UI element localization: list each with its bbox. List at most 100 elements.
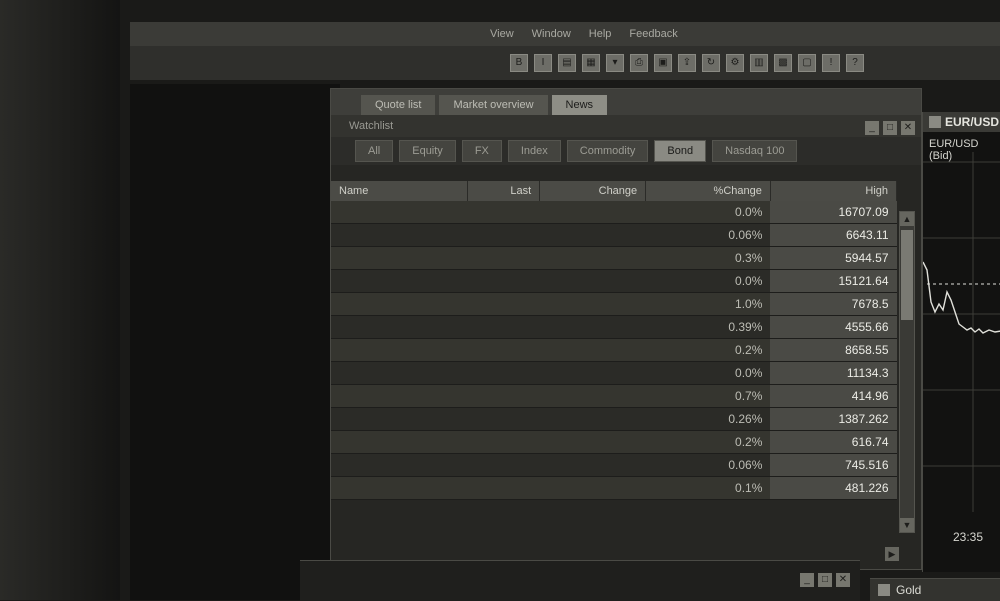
cell-last bbox=[467, 453, 540, 477]
settings-icon[interactable]: ⚙ bbox=[726, 54, 744, 72]
window-tab[interactable]: Quote list bbox=[361, 95, 436, 115]
cell-pct-change: 0.2% bbox=[645, 338, 771, 362]
filter-icon[interactable]: ▾ bbox=[606, 54, 624, 72]
cell-high: 8658.55 bbox=[770, 338, 897, 362]
column-header-change[interactable]: Change bbox=[539, 181, 647, 201]
close-icon[interactable]: ✕ bbox=[836, 573, 850, 587]
table-row[interactable]: 0.0% 15121.64 bbox=[331, 269, 897, 293]
help-icon[interactable]: ? bbox=[846, 54, 864, 72]
nav-item[interactable] bbox=[150, 150, 340, 172]
menu-help[interactable]: Help bbox=[589, 28, 612, 40]
nav-item[interactable] bbox=[150, 172, 340, 194]
nav-item[interactable] bbox=[150, 128, 340, 150]
tab-fx[interactable]: FX bbox=[461, 140, 502, 162]
vertical-scrollbar[interactable]: ▲ ▼ bbox=[899, 211, 915, 533]
layout-icon[interactable]: ▥ bbox=[750, 54, 768, 72]
table-row[interactable]: 0.7% 414.96 bbox=[331, 384, 897, 408]
bold-icon[interactable]: B bbox=[510, 54, 528, 72]
cell-name bbox=[331, 223, 468, 247]
price-chart[interactable] bbox=[923, 152, 1000, 532]
scroll-down-icon[interactable]: ▼ bbox=[900, 518, 914, 532]
cell-pct-change: 0.0% bbox=[645, 361, 771, 385]
save-icon[interactable]: ▣ bbox=[654, 54, 672, 72]
export-icon[interactable]: ⇪ bbox=[678, 54, 696, 72]
scroll-thumb[interactable] bbox=[901, 230, 913, 320]
cell-last bbox=[467, 292, 540, 316]
window-tab[interactable]: Market overview bbox=[439, 95, 548, 115]
print-icon[interactable]: ⎙ bbox=[630, 54, 648, 72]
cell-pct-change: 0.06% bbox=[645, 453, 771, 477]
tab-nasdaq-100[interactable]: Nasdaq 100 bbox=[712, 140, 798, 162]
table-icon[interactable]: ▦ bbox=[582, 54, 600, 72]
cell-change bbox=[539, 201, 646, 224]
chart-icon[interactable]: ▤ bbox=[558, 54, 576, 72]
cell-change bbox=[539, 223, 646, 247]
cell-pct-change: 0.2% bbox=[645, 430, 771, 454]
tab-all[interactable]: All bbox=[355, 140, 394, 162]
tab-index[interactable]: Index bbox=[507, 140, 561, 162]
cell-change bbox=[539, 292, 646, 316]
cell-high: 1387.262 bbox=[770, 407, 897, 431]
cell-name bbox=[331, 246, 468, 270]
grid-icon[interactable]: ▩ bbox=[774, 54, 792, 72]
table-row[interactable]: 0.2% 8658.55 bbox=[331, 338, 897, 362]
window-title: Watchlist bbox=[331, 115, 921, 137]
table-row[interactable]: 1.0% 7678.5 bbox=[331, 292, 897, 316]
column-header-high[interactable]: High bbox=[770, 181, 898, 201]
table-header-row: Name Last Change %Change High bbox=[331, 181, 898, 201]
cell-name bbox=[331, 453, 468, 477]
gold-chart-title: Gold bbox=[896, 583, 922, 597]
table-row[interactable]: 0.1% 481.226 bbox=[331, 476, 897, 500]
cell-name bbox=[331, 430, 468, 454]
cell-change bbox=[539, 384, 646, 408]
window-tab-active[interactable]: News bbox=[551, 95, 608, 115]
menu-window[interactable]: Window bbox=[532, 28, 571, 40]
minimize-icon[interactable]: _ bbox=[800, 573, 814, 587]
window-icon[interactable]: ▢ bbox=[798, 54, 816, 72]
maximize-icon[interactable]: □ bbox=[883, 121, 897, 135]
table-row[interactable]: 0.26% 1387.262 bbox=[331, 407, 897, 431]
cell-name bbox=[331, 384, 468, 408]
cell-last bbox=[467, 338, 540, 362]
column-header-pct-change[interactable]: %Change bbox=[645, 181, 771, 201]
column-header-last[interactable]: Last bbox=[467, 181, 541, 201]
table-row[interactable]: 0.06% 745.516 bbox=[331, 453, 897, 477]
cell-last bbox=[467, 246, 540, 270]
cell-last bbox=[467, 430, 540, 454]
table-row[interactable]: 0.06% 6643.11 bbox=[331, 223, 897, 247]
table-row[interactable]: 0.0% 11134.3 bbox=[331, 361, 897, 385]
cell-high: 15121.64 bbox=[770, 269, 897, 293]
scroll-up-icon[interactable]: ▲ bbox=[900, 212, 914, 226]
menu-view[interactable]: View bbox=[490, 28, 514, 40]
table-row[interactable]: 0.0% 16707.09 bbox=[331, 201, 897, 224]
chart-time-label: 23:35 bbox=[953, 530, 984, 544]
toolbar: B I ▤ ▦ ▾ ⎙ ▣ ⇪ ↻ ⚙ ▥ ▩ ▢ ! ? bbox=[130, 46, 1000, 80]
table-row[interactable]: 0.2% 616.74 bbox=[331, 430, 897, 454]
nav-item[interactable] bbox=[150, 106, 340, 128]
close-icon[interactable]: ✕ bbox=[901, 121, 915, 135]
alert-icon[interactable]: ! bbox=[822, 54, 840, 72]
cell-pct-change: 1.0% bbox=[645, 292, 771, 316]
table-row[interactable]: 0.3% 5944.57 bbox=[331, 246, 897, 270]
cell-last bbox=[467, 201, 540, 224]
maximize-icon[interactable]: □ bbox=[818, 573, 832, 587]
cell-high: 7678.5 bbox=[770, 292, 897, 316]
tab-bond[interactable]: Bond bbox=[654, 140, 707, 162]
nav-item[interactable] bbox=[150, 84, 340, 106]
cell-last bbox=[467, 315, 540, 339]
tab-equity[interactable]: Equity bbox=[399, 140, 456, 162]
column-header-name[interactable]: Name bbox=[331, 181, 468, 201]
cell-high: 11134.3 bbox=[770, 361, 897, 385]
cell-high: 6643.11 bbox=[770, 223, 897, 247]
menu-feedback[interactable]: Feedback bbox=[629, 28, 677, 40]
refresh-icon[interactable]: ↻ bbox=[702, 54, 720, 72]
cell-last bbox=[467, 269, 540, 293]
tab-commodity[interactable]: Commodity bbox=[566, 140, 649, 162]
scroll-right-icon[interactable]: ▶ bbox=[885, 547, 899, 561]
cell-name bbox=[331, 407, 468, 431]
cell-change bbox=[539, 430, 646, 454]
minimize-icon[interactable]: _ bbox=[865, 121, 879, 135]
cell-change bbox=[539, 315, 646, 339]
italic-icon[interactable]: I bbox=[534, 54, 552, 72]
table-row[interactable]: 0.39% 4555.66 bbox=[331, 315, 897, 339]
